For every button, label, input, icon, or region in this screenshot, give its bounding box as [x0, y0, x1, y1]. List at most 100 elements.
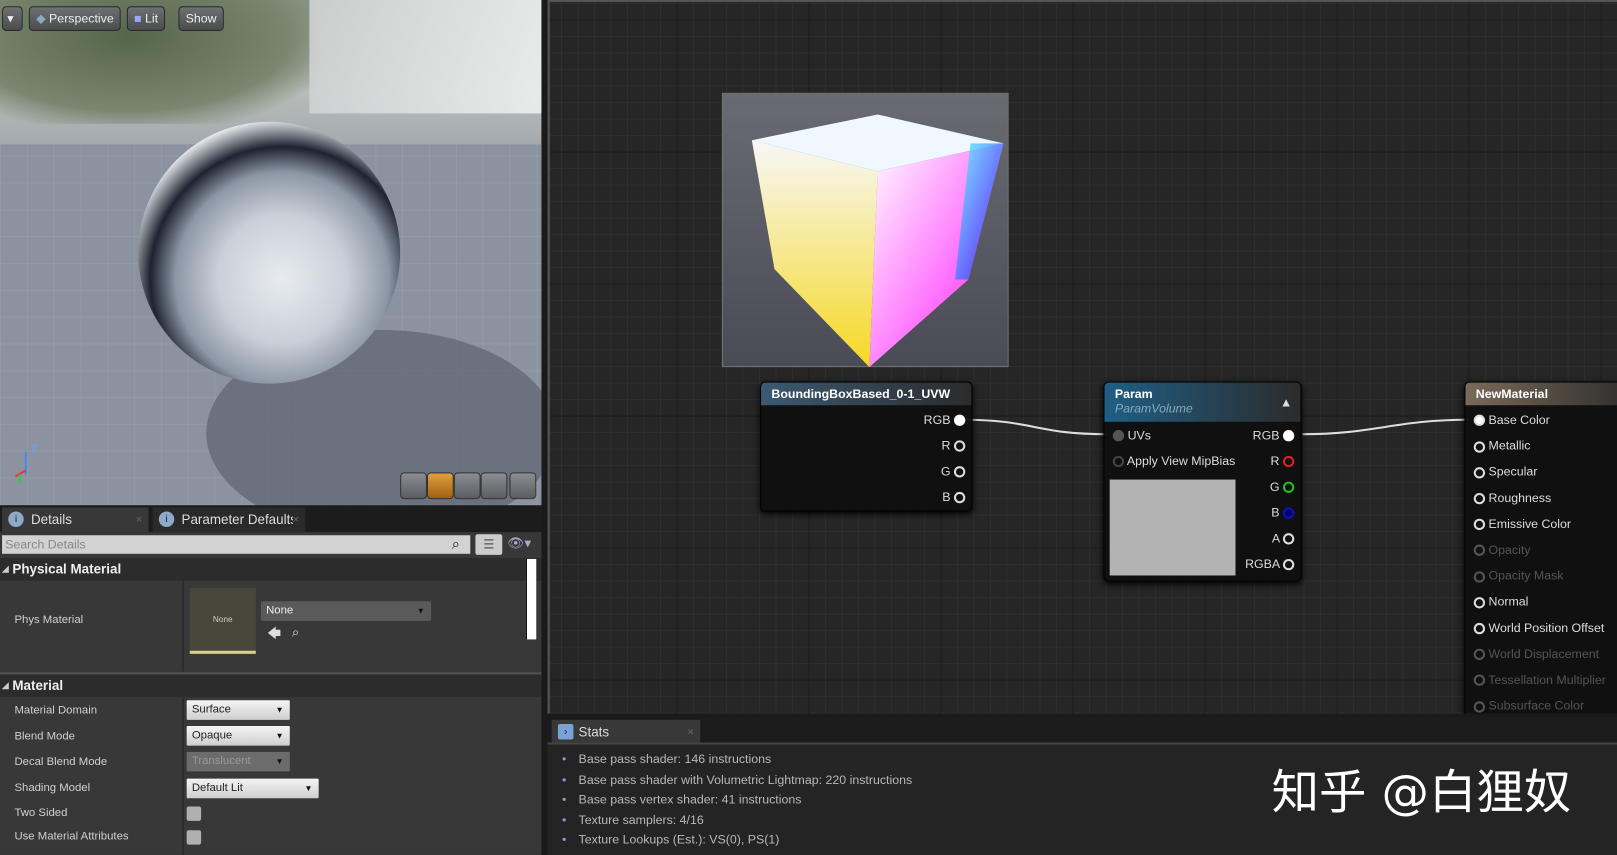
eye-visibility-button[interactable]: 👁▾ [507, 535, 531, 552]
viewport-menu-button[interactable]: ▾ [2, 6, 23, 31]
pin-icon [1473, 570, 1486, 583]
pin-icon [1473, 492, 1486, 505]
phys-material-thumbnail[interactable]: None [189, 587, 256, 654]
tab-stats[interactable]: › Stats × [551, 719, 701, 745]
output-pin-g[interactable]: G [941, 464, 966, 479]
stats-icon: › [557, 723, 574, 740]
pin-icon [953, 466, 966, 478]
section-material[interactable]: Material [0, 674, 542, 698]
close-icon[interactable]: × [687, 720, 694, 745]
input-pin-normal[interactable]: Normal [1473, 594, 1528, 609]
pin-icon [1473, 414, 1486, 427]
pin-icon [953, 440, 966, 453]
input-pin-emissive-color[interactable]: Emissive Color [1473, 516, 1571, 531]
collapse-triangle-icon[interactable]: ▲ [1280, 395, 1292, 409]
lit-button[interactable]: ■ Lit [126, 6, 166, 31]
pin-filled-icon [953, 414, 966, 427]
output-pin-rgb[interactable]: RGB [1253, 428, 1295, 442]
output-pin-b[interactable]: B [942, 490, 966, 504]
param-volume-node[interactable]: Param ParamVolume ▲ UVs Apply View MipBia… [1103, 381, 1302, 582]
rgb-cube-image [751, 114, 1004, 368]
decal-blend-mode-label: Decal Blend Mode [14, 755, 108, 769]
perspective-button[interactable]: ◆ Perspective [28, 6, 121, 31]
blend-mode-dropdown[interactable]: Opaque [186, 726, 290, 746]
pin-icon [1282, 559, 1295, 571]
watermark: 知乎 @白狸奴 [1271, 764, 1572, 820]
input-pin-world-displacement[interactable]: World Displacement [1473, 646, 1599, 661]
show-button[interactable]: Show [178, 6, 224, 31]
stat-line: Base pass shader with Volumetric Lightma… [562, 772, 912, 786]
section-physical-material[interactable]: Physical Material [0, 557, 542, 581]
texture-preview [1109, 479, 1236, 576]
output-pin-r[interactable]: R [1271, 454, 1295, 468]
teapot-preview-icon[interactable] [509, 472, 537, 500]
use-selected-arrow-icon[interactable]: 🡄 [267, 624, 281, 647]
node-title: NewMaterial [1465, 382, 1617, 406]
pin-icon [1473, 544, 1486, 557]
close-icon[interactable]: × [136, 507, 143, 532]
input-pin-metallic[interactable]: Metallic [1473, 438, 1530, 453]
plane-preview-icon[interactable] [453, 472, 481, 500]
input-pin-subsurface-color[interactable]: Subsurface Color [1473, 698, 1584, 713]
node-header: Param ParamVolume [1104, 382, 1301, 422]
details-tab-bar: i Details × i Parameter Defaults × [0, 505, 542, 533]
stats-tab-bar [547, 717, 1617, 743]
phys-material-label: Phys Material [14, 613, 84, 626]
pin-icon [953, 492, 966, 504]
pin-icon [1473, 466, 1486, 479]
pin-icon [1282, 481, 1295, 494]
sphere-preview-icon[interactable] [426, 472, 454, 500]
scrollbar[interactable] [525, 558, 537, 640]
input-pin-world-position-offset[interactable]: World Position Offset [1473, 620, 1604, 635]
pin-icon [1473, 518, 1486, 531]
input-pin-uvs[interactable]: UVs [1112, 428, 1151, 442]
output-pin-b[interactable]: B [1271, 505, 1295, 520]
close-icon[interactable]: × [292, 507, 300, 533]
input-pin-opacity[interactable]: Opacity [1473, 542, 1530, 557]
cylinder-preview-icon[interactable] [400, 472, 427, 500]
input-pin-opacity-mask[interactable]: Opacity Mask [1473, 568, 1563, 583]
node-title: Param [1114, 386, 1153, 402]
tab-details[interactable]: i Details × [2, 507, 149, 533]
tab-parameter-defaults[interactable]: i Parameter Defaults × [152, 507, 306, 533]
pin-icon [1112, 456, 1125, 468]
new-material-node[interactable]: NewMaterial Base Color Metallic Specular… [1464, 381, 1617, 714]
stat-line: Texture Lookups (Est.): VS(0), PS(1) [562, 832, 779, 846]
info-icon: i [8, 511, 24, 527]
search-input[interactable]: Search Details [2, 535, 471, 554]
cube-preview-icon[interactable] [480, 472, 508, 500]
two-sided-checkbox[interactable] [186, 806, 202, 821]
output-pin-rgb[interactable]: RGB [924, 413, 966, 427]
lit-label: Lit [144, 11, 159, 26]
browse-search-icon[interactable]: ⌕ [292, 624, 300, 641]
phys-material-dropdown[interactable]: None [260, 601, 432, 621]
shading-model-dropdown[interactable]: Default Lit [186, 778, 319, 799]
wire-bbox-to-param [962, 418, 1107, 436]
tab-label: Stats [578, 723, 610, 740]
output-pin-rgba[interactable]: RGBA [1245, 557, 1295, 571]
input-pin-apply-view-mipbias[interactable]: Apply View MipBias [1112, 454, 1235, 468]
node-subtitle: ParamVolume [1114, 401, 1193, 416]
input-pin-base-color[interactable]: Base Color [1473, 413, 1550, 427]
preview-sphere [138, 121, 401, 384]
details-panel: i Details × i Parameter Defaults × Search De… [0, 505, 542, 855]
output-pin-a[interactable]: A [1272, 531, 1295, 546]
viewport[interactable]: ▾ ◆ Perspective ■ Lit Show Z [0, 0, 542, 506]
search-icon: ⌕ [451, 535, 460, 552]
output-pin-r[interactable]: R [942, 438, 966, 453]
pin-filled-icon [1282, 430, 1295, 442]
material-graph-canvas[interactable]: BoundingBoxBased_0-1_UVW RGB R G B Param… [547, 0, 1617, 714]
input-pin-specular[interactable]: Specular [1473, 464, 1537, 479]
material-domain-dropdown[interactable]: Surface [186, 700, 290, 720]
output-pin-g[interactable]: G [1270, 480, 1295, 494]
input-pin-roughness[interactable]: Roughness [1473, 490, 1551, 505]
input-pin-tessellation-multiplier[interactable]: Tessellation Multiplier [1473, 672, 1606, 687]
bounding-box-node[interactable]: BoundingBoxBased_0-1_UVW RGB R G B [760, 381, 973, 512]
stats-panel: ›Stats × Base pass shader: 146 instructio… [547, 717, 1617, 855]
material-domain-label: Material Domain [14, 704, 98, 717]
pin-icon [1473, 674, 1486, 687]
list-view-button[interactable]: ☰ [475, 534, 503, 555]
use-material-attributes-checkbox[interactable] [186, 830, 202, 845]
perspective-label: Perspective [49, 11, 114, 26]
pin-icon [1473, 596, 1486, 609]
